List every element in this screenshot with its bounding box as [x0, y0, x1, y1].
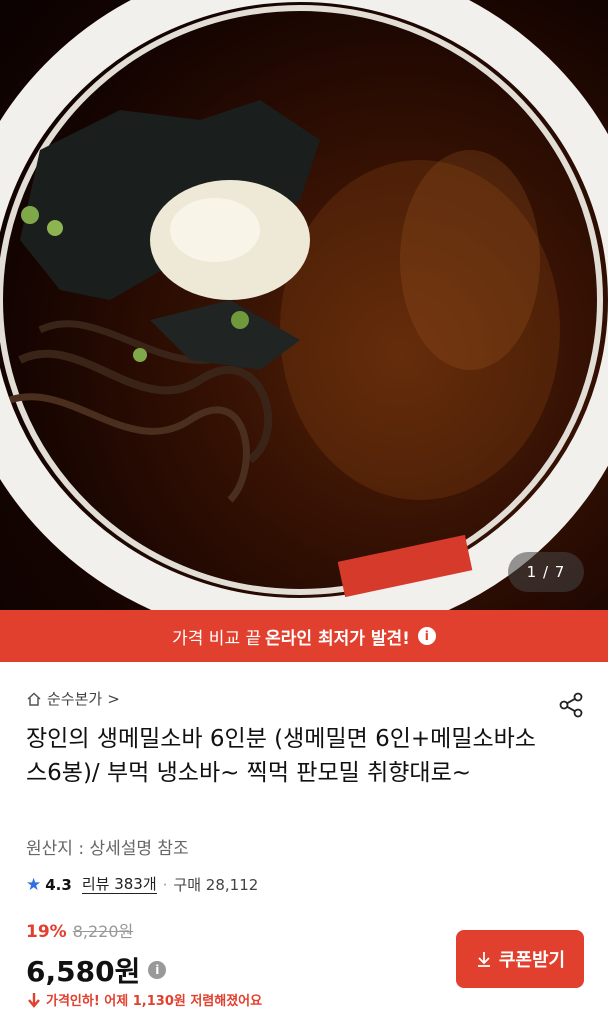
review-link[interactable]: 리뷰 383개 [81, 875, 157, 894]
price-drop-notice: 가격인하! 어제 1,130원 저렴해졌어요 [26, 990, 262, 1009]
store-name: 순수본가 [47, 690, 103, 708]
product-photo [0, 0, 608, 610]
product-image[interactable]: 1 / 7 [0, 0, 608, 610]
origin-info: 원산지 : 상세설명 참조 [26, 839, 189, 859]
home-icon [27, 691, 41, 706]
price-row: 6,580원 i [26, 950, 167, 990]
banner-text: 가격 비교 끝 [172, 628, 262, 649]
current-price: 6,580원 [26, 955, 141, 988]
share-icon[interactable] [556, 690, 586, 720]
arrow-down-icon [28, 992, 40, 1008]
store-link[interactable]: 순수본가 > [26, 688, 120, 709]
separator-dot: · [162, 875, 168, 894]
chevron-right-icon: > [107, 689, 120, 708]
banner-highlight: 온라인 최저가 발견! [265, 628, 410, 649]
original-price: 8,220원 [72, 922, 134, 941]
download-icon [477, 952, 490, 967]
star-icon: ★ [26, 874, 42, 895]
price-info-icon[interactable]: i [148, 961, 167, 979]
purchase-count: 구매 28,112 [173, 876, 259, 894]
product-title: 장인의 생메밀소바 6인분 (생메밀면 6인+메밀소바소스6봉)/ 부먹 냉소바… [26, 726, 536, 786]
discount-row: 19% 8,220원 [26, 918, 133, 942]
price-drop-text: 가격인하! 어제 1,130원 저렴해졌어요 [46, 994, 263, 1009]
info-icon: i [417, 627, 436, 645]
coupon-label: 쿠폰받기 [498, 950, 566, 970]
rating-value: 4.3 [45, 875, 72, 894]
lowest-price-banner[interactable]: 가격 비교 끝 온라인 최저가 발견! i [0, 610, 608, 662]
discount-percent: 19% [26, 922, 67, 942]
coupon-button[interactable]: 쿠폰받기 [456, 930, 584, 988]
image-counter: 1 / 7 [508, 552, 584, 592]
product-stats: ★ 4.3 리뷰 383개 · 구매 28,112 [26, 874, 258, 895]
